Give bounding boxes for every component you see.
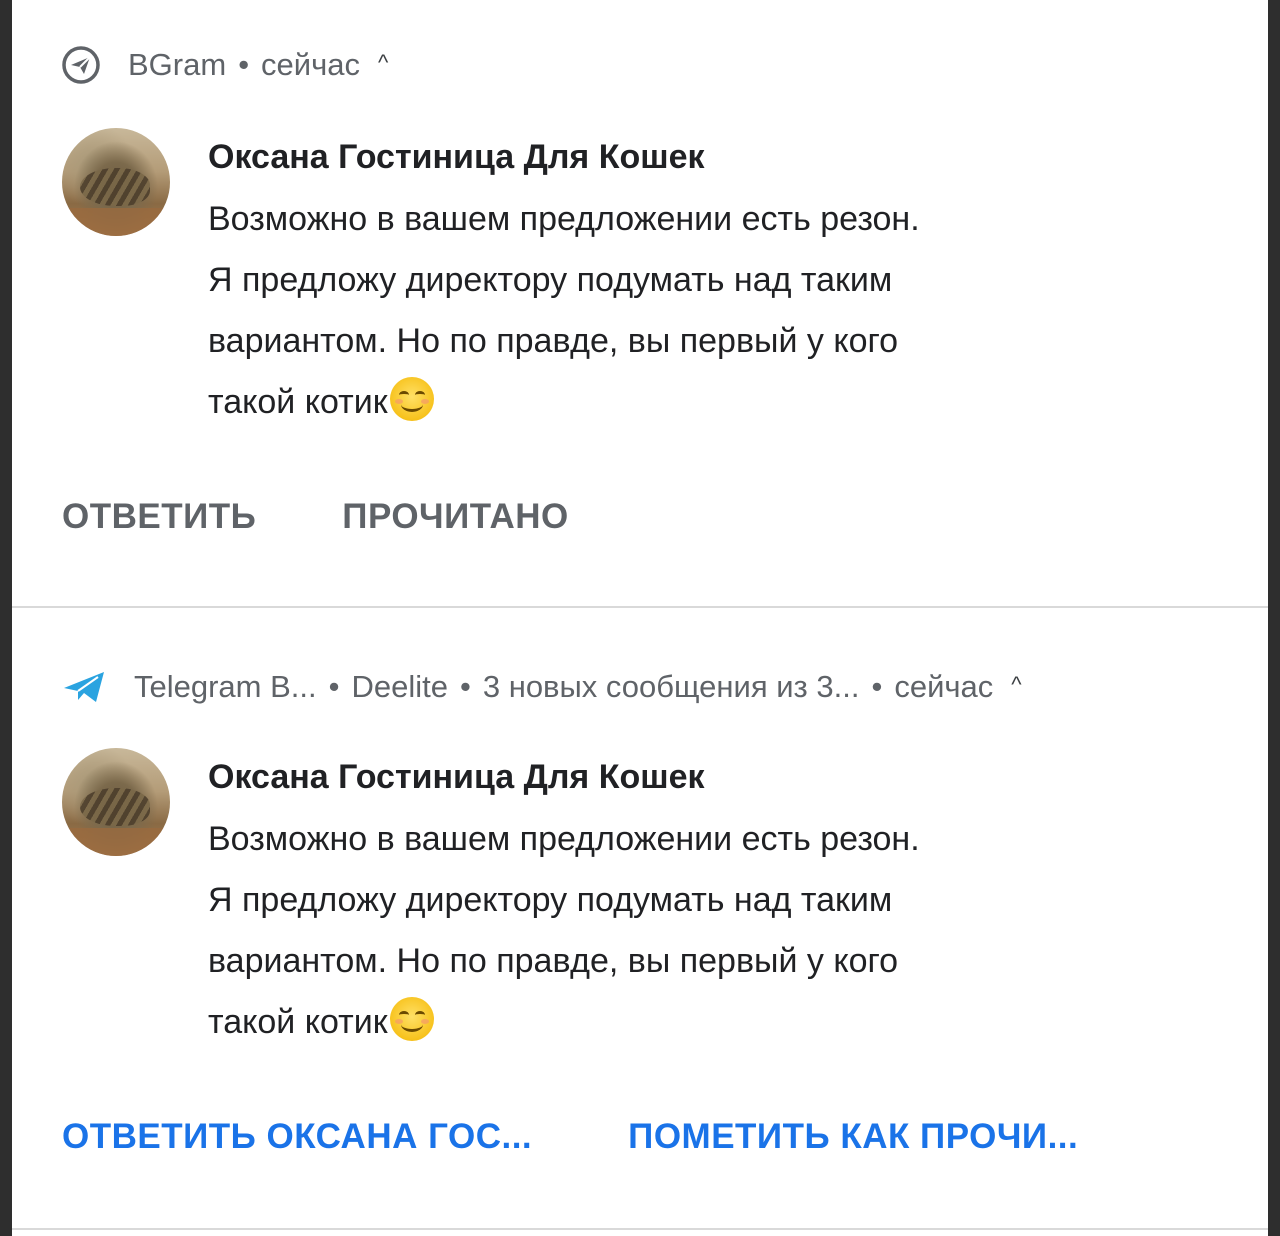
avatar xyxy=(62,128,170,236)
reply-to-sender-button[interactable]: ОТВЕТИТЬ ОКСАНА ГОС... xyxy=(62,1117,532,1157)
chevron-up-icon[interactable]: ^ xyxy=(1011,672,1021,698)
sender-name: Оксана Гостиница Для Кошек xyxy=(208,138,705,176)
avatar xyxy=(62,748,170,856)
message-line-last: такой котик xyxy=(208,372,1198,433)
notification-time: сейчас xyxy=(894,669,994,704)
telegram-plane-icon xyxy=(64,672,104,702)
notification-time: сейчас xyxy=(261,47,360,82)
message-line-last: такой котик xyxy=(208,992,1198,1053)
notification-header: Telegram B... • Deelite • 3 новых сообще… xyxy=(62,668,1022,706)
screen-edge-right xyxy=(1268,0,1280,1236)
smiling-face-emoji-icon xyxy=(389,997,434,1041)
message-text: Возможно в вашем предложении есть резон.… xyxy=(208,809,1198,1053)
message-line: Возможно в вашем предложении есть резон. xyxy=(208,820,920,858)
message-line: Возможно в вашем предложении есть резон. xyxy=(208,200,920,238)
screen-edge-left xyxy=(0,0,12,1236)
separator-dot: • xyxy=(238,47,250,82)
separator-dot: • xyxy=(328,669,340,704)
smiling-face-emoji-icon xyxy=(389,377,434,421)
notification-actions: ОТВЕТИТЬ ПРОЧИТАНО xyxy=(62,497,655,537)
separator-dot: • xyxy=(871,669,883,704)
message-line: Я предложу директору подумать над таким xyxy=(208,881,893,919)
message-line: вариантом. Но по правде, вы первый у ког… xyxy=(208,942,899,980)
message-text: Возможно в вашем предложении есть резон.… xyxy=(208,189,1198,433)
chevron-up-icon[interactable]: ^ xyxy=(378,50,388,76)
account-name: Deelite xyxy=(351,669,448,704)
app-name: BGram xyxy=(128,47,227,82)
message-line: Я предложу директору подумать над таким xyxy=(208,261,893,299)
message-summary: 3 новых сообщения из 3... xyxy=(482,669,860,704)
notification-bgram[interactable]: BGram • сейчас ^ Оксана Гостиница Для Ко… xyxy=(12,0,1268,606)
notification-header: BGram • сейчас ^ xyxy=(62,46,388,84)
app-name: Telegram B... xyxy=(134,669,317,704)
mark-read-button[interactable]: ПРОЧИТАНО xyxy=(342,497,568,537)
separator-dot: • xyxy=(459,669,471,704)
message-line: вариантом. Но по правде, вы первый у ког… xyxy=(208,322,899,360)
paper-plane-circle-icon xyxy=(62,46,100,84)
mark-as-read-button[interactable]: ПОМЕТИТЬ КАК ПРОЧИ... xyxy=(628,1117,1078,1157)
sender-name: Оксана Гостиница Для Кошек xyxy=(208,758,705,796)
notification-actions: ОТВЕТИТЬ ОКСАНА ГОС... ПОМЕТИТЬ КАК ПРОЧ… xyxy=(62,1117,1174,1157)
divider xyxy=(12,1228,1268,1230)
notification-telegram[interactable]: Telegram B... • Deelite • 3 новых сообще… xyxy=(12,608,1268,1228)
reply-button[interactable]: ОТВЕТИТЬ xyxy=(62,497,256,537)
